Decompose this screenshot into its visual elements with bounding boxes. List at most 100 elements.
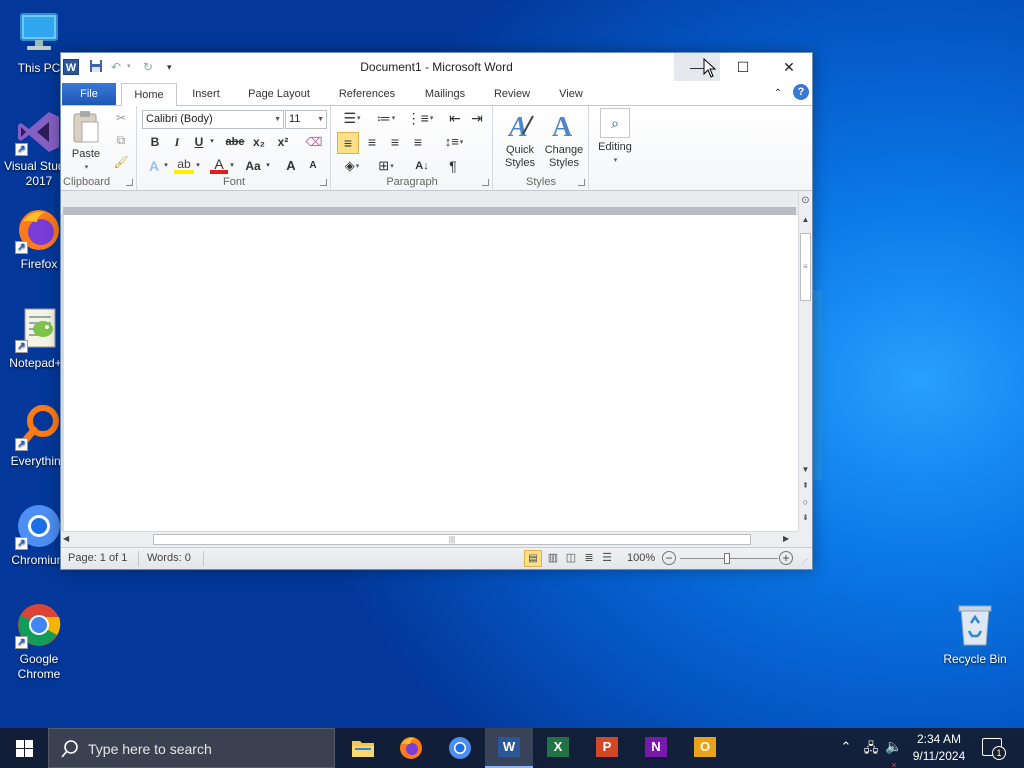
tab-view[interactable]: View (547, 85, 595, 105)
zoom-slider-thumb[interactable] (724, 553, 730, 564)
underline-dropdown-icon[interactable]: ▾ (208, 132, 216, 152)
paste-button[interactable]: Paste ▾ (67, 110, 105, 171)
redo-icon[interactable]: ↻ (143, 59, 157, 75)
scroll-up-icon[interactable]: ▲ (799, 215, 812, 224)
change-styles-button[interactable]: A Change Styles (542, 110, 586, 174)
scroll-right-icon[interactable]: ▶ (783, 534, 793, 543)
taskbar-word-active[interactable]: W (485, 728, 533, 768)
dialog-launcher-icon[interactable] (320, 179, 327, 186)
chevron-down-icon[interactable]: ▼ (317, 111, 324, 128)
decrease-indent-icon[interactable]: ⇤ (446, 108, 464, 128)
copy-icon[interactable]: ⧉ (111, 130, 131, 150)
start-button[interactable] (0, 728, 48, 768)
zoom-out-icon[interactable]: − (662, 551, 676, 565)
multilevel-list-icon[interactable]: ⋮≡▾ (406, 108, 434, 128)
page-count-status[interactable]: Page: 1 of 1 (68, 552, 127, 564)
justify-button[interactable]: ≡ (408, 132, 428, 152)
borders-icon[interactable]: ⊞▾ (372, 156, 400, 176)
draft-view-icon[interactable]: ☰ (599, 550, 615, 567)
grow-font-button[interactable]: A (282, 156, 300, 176)
undo-icon[interactable]: ↶ (111, 59, 125, 75)
numbering-icon[interactable]: ≔▾ (372, 108, 400, 128)
clear-formatting-icon[interactable]: ⌫ (304, 132, 324, 152)
scroll-left-icon[interactable]: ◀ (63, 534, 73, 543)
align-center-button[interactable]: ≡ (362, 132, 382, 152)
customize-qat-icon[interactable]: ▾ (167, 59, 177, 75)
dialog-launcher-icon[interactable] (578, 179, 585, 186)
editing-button[interactable]: ⌕ Editing ▾ (592, 108, 638, 172)
undo-dropdown-icon[interactable]: ▾ (127, 59, 135, 75)
superscript-button[interactable]: x² (274, 132, 292, 152)
cut-icon[interactable]: ✂ (111, 108, 131, 128)
align-left-button[interactable]: ≡ (337, 132, 359, 154)
document-canvas[interactable] (61, 191, 798, 531)
tab-page-layout[interactable]: Page Layout (241, 85, 317, 105)
web-layout-icon[interactable]: ◫ (563, 550, 579, 567)
taskbar-file-explorer[interactable] (339, 728, 387, 768)
taskbar-onenote[interactable]: N (632, 728, 680, 768)
highlight-dropdown-icon[interactable]: ▾ (194, 156, 202, 176)
vertical-scroll-thumb[interactable]: ≡ (800, 233, 811, 301)
volume-muted-icon[interactable]: 🔈× (884, 738, 904, 768)
vertical-scrollbar[interactable]: ⊙ ▲ ≡ ▼ ⇞ ○ ⇟ (798, 191, 812, 531)
italic-button[interactable]: I (168, 132, 186, 152)
word-app-icon[interactable]: W (63, 59, 79, 75)
maximize-button[interactable]: ☐ (720, 53, 766, 81)
next-page-icon[interactable]: ⇟ (799, 513, 812, 522)
word-count-status[interactable]: Words: 0 (147, 552, 191, 564)
tab-insert[interactable]: Insert (183, 85, 229, 105)
word-window[interactable]: W ↶ ▾ ↻ ▾ Document1 - Microsoft Word — ☐… (60, 52, 813, 570)
text-effects-button[interactable]: A (146, 156, 162, 176)
change-case-dropdown-icon[interactable]: ▾ (264, 156, 272, 176)
previous-page-icon[interactable]: ⇞ (799, 481, 812, 490)
help-icon[interactable]: ? (793, 84, 809, 100)
align-right-button[interactable]: ≡ (385, 132, 405, 152)
strikethrough-button[interactable]: abe (224, 132, 246, 152)
resize-grip-icon[interactable]: ⋰ (801, 558, 809, 566)
close-button[interactable]: ✕ (766, 53, 812, 81)
desktop-icon-recycle-bin[interactable]: Recycle Bin (937, 601, 1013, 667)
bold-button[interactable]: B (146, 132, 164, 152)
increase-indent-icon[interactable]: ⇥ (468, 108, 486, 128)
minimize-ribbon-icon[interactable]: ⌃ (771, 85, 785, 105)
shading-icon[interactable]: ◈▾ (338, 156, 366, 176)
chevron-down-icon[interactable]: ▼ (274, 111, 281, 128)
format-painter-icon[interactable]: 🖌 (111, 152, 131, 172)
dialog-launcher-icon[interactable] (126, 179, 133, 186)
full-screen-reading-icon[interactable]: ▥ (545, 550, 561, 567)
clock-date[interactable]: 9/11/2024 (906, 749, 972, 763)
shrink-font-button[interactable]: A (304, 156, 322, 176)
desktop-icon-google-chrome[interactable]: ↗ Google Chrome (1, 601, 77, 682)
view-ruler-icon[interactable]: ⊙ (799, 195, 812, 209)
select-browse-object-icon[interactable]: ○ (799, 497, 812, 507)
print-layout-view-icon[interactable]: ▤ (524, 550, 542, 567)
quick-styles-button[interactable]: A Quick Styles (498, 110, 542, 174)
tab-file[interactable]: File (62, 83, 116, 105)
taskbar-outlook[interactable]: O (681, 728, 729, 768)
horizontal-scrollbar[interactable]: ◀ ||| ▶ (61, 531, 798, 547)
outline-view-icon[interactable]: ≣ (581, 550, 597, 567)
zoom-level[interactable]: 100% (627, 552, 655, 564)
font-color-dropdown-icon[interactable]: ▾ (228, 156, 236, 176)
tab-references[interactable]: References (331, 85, 403, 105)
font-size-combo[interactable]: 11 ▼ (285, 110, 327, 129)
show-hide-button[interactable]: ¶ (444, 156, 462, 176)
tab-home[interactable]: Home (121, 83, 177, 106)
subscript-button[interactable]: x₂ (250, 132, 268, 152)
taskbar-excel[interactable]: X (534, 728, 582, 768)
taskbar-powerpoint[interactable]: P (583, 728, 631, 768)
horizontal-scroll-thumb[interactable]: ||| (153, 534, 751, 545)
line-spacing-icon[interactable]: ↕≡▾ (440, 132, 468, 152)
title-bar[interactable]: W ↶ ▾ ↻ ▾ Document1 - Microsoft Word — ☐… (61, 53, 812, 81)
save-icon[interactable] (89, 59, 105, 75)
underline-button[interactable]: U (190, 132, 208, 152)
font-color-button[interactable]: A (210, 156, 228, 174)
text-effects-dropdown-icon[interactable]: ▾ (162, 156, 170, 176)
clock-time[interactable]: 2:34 AM (906, 732, 972, 746)
network-icon[interactable]: 🖧 (862, 739, 880, 761)
tab-mailings[interactable]: Mailings (417, 85, 473, 105)
scroll-down-icon[interactable]: ▼ (799, 465, 812, 474)
sort-icon[interactable]: A↓ (412, 156, 432, 176)
bullets-icon[interactable]: ☰▾ (338, 108, 366, 128)
zoom-in-icon[interactable]: + (779, 551, 793, 565)
